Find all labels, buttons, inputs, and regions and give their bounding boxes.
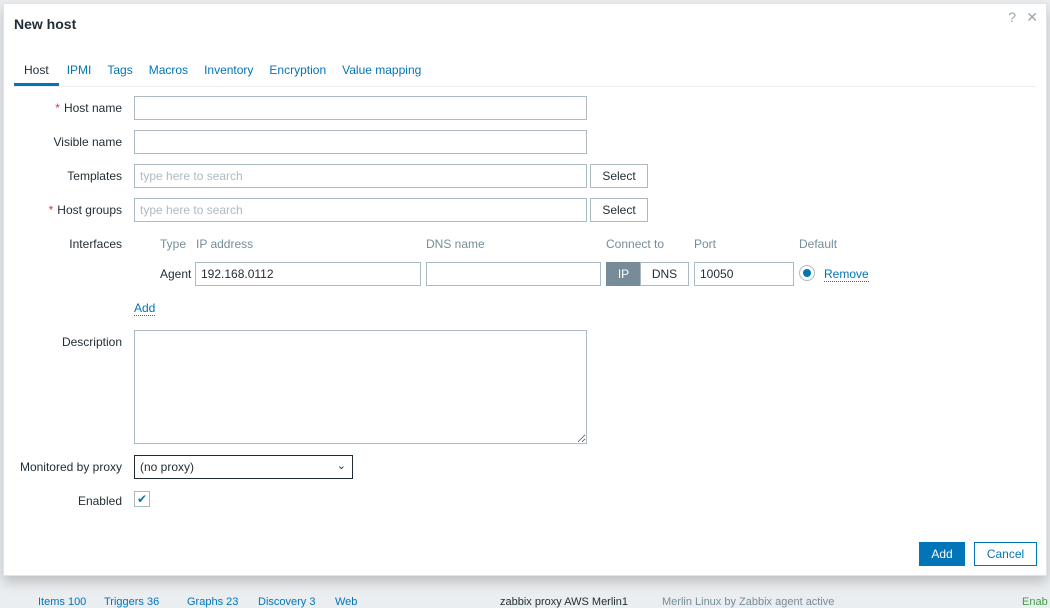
- background-host-row: Items 100 Triggers 36 Graphs 23 Discover…: [0, 594, 1050, 608]
- bg-proxy: zabbix proxy AWS Merlin1: [500, 596, 628, 608]
- remove-interface-link[interactable]: Remove: [824, 267, 869, 282]
- add-interface-link[interactable]: Add: [134, 301, 156, 316]
- tab-tags[interactable]: Tags: [99, 60, 140, 83]
- tab-macros[interactable]: Macros: [141, 60, 196, 83]
- templates-select-button[interactable]: Select: [590, 164, 648, 188]
- proxy-select[interactable]: (no proxy) ⌄: [134, 455, 353, 479]
- bg-template: Merlin Linux by Zabbix agent active: [662, 596, 835, 608]
- visible-name-label: Visible name: [53, 135, 122, 149]
- templates-input[interactable]: [134, 164, 587, 188]
- tab-inventory[interactable]: Inventory: [196, 60, 261, 83]
- close-icon[interactable]: ✕: [1026, 9, 1038, 26]
- tab-value-mapping[interactable]: Value mapping: [334, 60, 429, 83]
- default-radio[interactable]: [799, 265, 815, 281]
- connect-ip-toggle[interactable]: IP: [606, 262, 641, 286]
- col-port: Port: [694, 237, 717, 251]
- add-button[interactable]: Add: [919, 542, 965, 566]
- col-connect: Connect to: [606, 237, 665, 251]
- tab-encryption[interactable]: Encryption: [261, 60, 334, 83]
- host-groups-label: * Host groups: [48, 203, 122, 217]
- bg-discovery-link: Discovery 3: [258, 596, 316, 608]
- visible-name-input[interactable]: [134, 130, 587, 154]
- chevron-down-icon: ⌄: [336, 460, 346, 472]
- bg-items-link: Items 100: [38, 596, 87, 608]
- description-label: Description: [61, 335, 122, 349]
- host-groups-input[interactable]: [134, 198, 587, 222]
- bg-triggers-link: Triggers 36: [104, 596, 160, 608]
- proxy-label: Monitored by proxy: [19, 460, 122, 474]
- bg-status: Enab: [1022, 596, 1048, 608]
- tab-ipmi[interactable]: IPMI: [59, 60, 100, 83]
- interface-type: Agent: [160, 267, 192, 281]
- help-icon[interactable]: ?: [1008, 9, 1016, 25]
- cancel-button[interactable]: Cancel: [974, 542, 1037, 566]
- ip-address-input[interactable]: [195, 262, 421, 286]
- enabled-checkbox[interactable]: ✔: [134, 491, 150, 507]
- col-default: Default: [799, 237, 838, 251]
- bg-web-link: Web: [335, 596, 358, 608]
- col-type: Type: [160, 237, 187, 251]
- host-name-label: * Host name: [55, 101, 122, 115]
- bg-graphs-link: Graphs 23: [187, 596, 239, 608]
- description-textarea[interactable]: [134, 330, 587, 444]
- col-dns: DNS name: [426, 237, 485, 251]
- host-name-input[interactable]: [134, 96, 587, 120]
- connect-dns-toggle[interactable]: DNS: [640, 262, 689, 286]
- port-input[interactable]: [694, 262, 794, 286]
- host-groups-select-button[interactable]: Select: [590, 198, 648, 222]
- tab-host[interactable]: Host: [14, 60, 59, 86]
- col-ip: IP address: [196, 237, 254, 251]
- enabled-label: Enabled: [77, 494, 122, 508]
- dns-name-input[interactable]: [426, 262, 601, 286]
- templates-label: Templates: [67, 169, 122, 183]
- tab-bar: Host IPMI Tags Macros Inventory Encryption Val…: [14, 60, 1036, 87]
- interfaces-label: Interfaces: [69, 237, 122, 251]
- dialog-title: New host: [14, 16, 77, 32]
- new-host-dialog: New host ? ✕ Host IPMI Tags Macros Inventory…: [3, 3, 1047, 576]
